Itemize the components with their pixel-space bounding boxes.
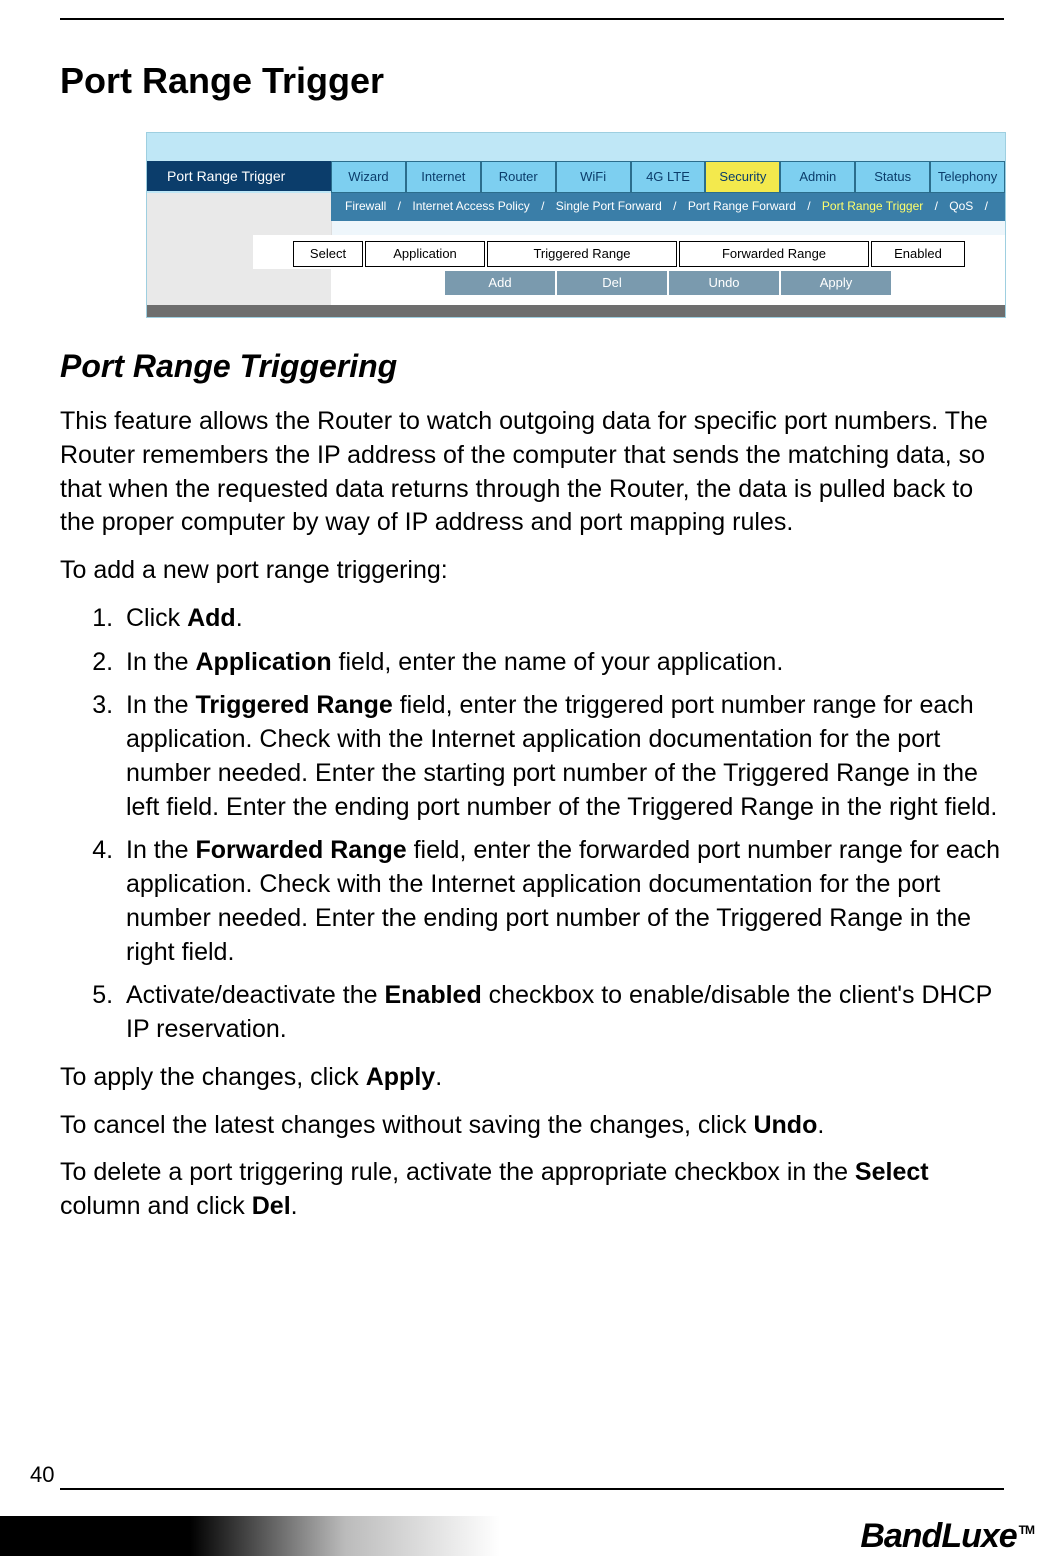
router-ui-screenshot: Port Range Trigger Wizard Internet Route… <box>146 132 1006 318</box>
tab-telephony[interactable]: Telephony <box>930 161 1005 193</box>
ui-left-label: Port Range Trigger <box>147 161 331 191</box>
tab-4glte[interactable]: 4G LTE <box>631 161 706 193</box>
del-button[interactable]: Del <box>557 271 667 295</box>
tab-admin[interactable]: Admin <box>780 161 855 193</box>
tab-security[interactable]: Security <box>705 161 780 193</box>
step-1: Click Add. <box>120 602 1004 636</box>
subtab-port-range-forward[interactable]: Port Range Forward <box>688 199 796 213</box>
page-footer: BandLuxeTM <box>0 1492 1064 1556</box>
col-enabled: Enabled <box>871 241 965 267</box>
intro-paragraph: This feature allows the Router to watch … <box>60 405 1004 540</box>
subtab-internet-access-policy[interactable]: Internet Access Policy <box>412 199 529 213</box>
tab-wizard[interactable]: Wizard <box>331 161 406 193</box>
add-button[interactable]: Add <box>445 271 555 295</box>
tab-internet[interactable]: Internet <box>406 161 481 193</box>
col-forwarded-range: Forwarded Range <box>679 241 869 267</box>
heading-port-range-trigger: Port Range Trigger <box>60 60 1004 102</box>
undo-line: To cancel the latest changes without sav… <box>60 1109 1004 1143</box>
del-line: To delete a port triggering rule, activa… <box>60 1156 1004 1224</box>
col-triggered-range: Triggered Range <box>487 241 677 267</box>
col-application: Application <box>365 241 485 267</box>
subtab-qos[interactable]: QoS <box>949 199 973 213</box>
apply-line: To apply the changes, click Apply. <box>60 1061 1004 1095</box>
step-5: Activate/deactivate the Enabled checkbox… <box>120 979 1004 1047</box>
subtab-port-range-trigger[interactable]: Port Range Trigger <box>822 199 923 213</box>
undo-button[interactable]: Undo <box>669 271 779 295</box>
apply-button[interactable]: Apply <box>781 271 891 295</box>
step-4: In the Forwarded Range field, enter the … <box>120 834 1004 969</box>
add-instruction-line: To add a new port range triggering: <box>60 554 1004 588</box>
steps-list: Click Add. In the Application field, ent… <box>120 602 1004 1047</box>
brand-logo: BandLuxeTM <box>860 1517 1034 1556</box>
col-select: Select <box>293 241 363 267</box>
tab-status[interactable]: Status <box>855 161 930 193</box>
step-3: In the Triggered Range field, enter the … <box>120 689 1004 824</box>
subtab-single-port-forward[interactable]: Single Port Forward <box>556 199 662 213</box>
page-number: 40 <box>30 1462 54 1488</box>
main-tabs: Wizard Internet Router WiFi 4G LTE Secur… <box>331 161 1005 193</box>
tab-wifi[interactable]: WiFi <box>556 161 631 193</box>
heading-port-range-triggering: Port Range Triggering <box>60 348 1004 385</box>
column-headers: Select Application Triggered Range Forwa… <box>293 241 965 267</box>
sub-tabs: Firewall / Internet Access Policy / Sing… <box>331 193 1005 221</box>
subtab-firewall[interactable]: Firewall <box>345 199 386 213</box>
step-2: In the Application field, enter the name… <box>120 646 1004 680</box>
tab-router[interactable]: Router <box>481 161 556 193</box>
